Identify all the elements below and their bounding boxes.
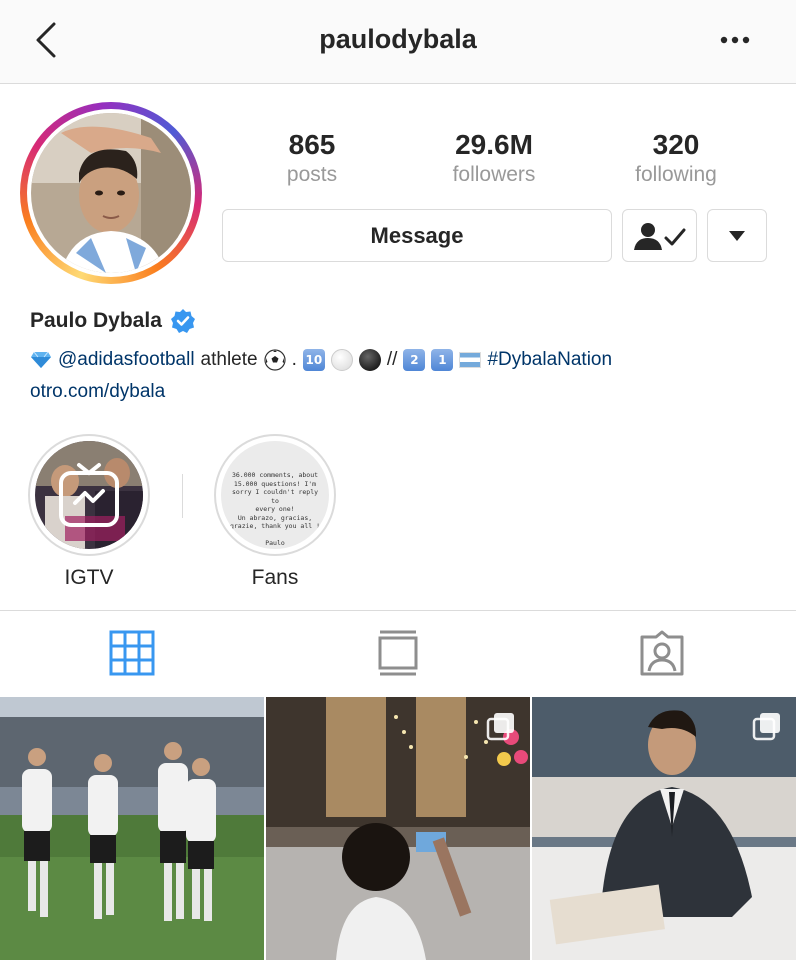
keycap-ten-emoji: 10 — [302, 349, 325, 371]
followers-label: followers — [452, 163, 536, 186]
caret-down-icon — [729, 230, 745, 241]
gem-emoji-icon — [31, 351, 51, 368]
post-thumbnail-3[interactable] — [532, 697, 796, 960]
soccer-ball-emoji-icon — [263, 349, 286, 371]
team-training-photo — [0, 697, 264, 960]
bio-text: athlete — [200, 349, 258, 370]
verified-badge-icon — [170, 309, 195, 333]
highlight-igtv[interactable]: IGTV — [28, 434, 150, 590]
avatar-photo — [31, 113, 191, 273]
profile-username-title: paulodybala — [319, 24, 477, 54]
igtv-highlight-cover — [35, 441, 143, 549]
profile-bio: @adidasfootball athlete . 10 // 2 1 #Dyb… — [30, 349, 612, 371]
highlight-label-fans: Fans — [251, 566, 299, 589]
tagged-icon[interactable] — [638, 629, 686, 677]
igtv-tab-icon[interactable] — [374, 629, 422, 677]
multiple-photos-icon — [486, 713, 514, 741]
following-count: 320 — [652, 129, 700, 160]
followers-count: 29.6M — [455, 129, 533, 160]
profile-tabs — [0, 610, 796, 696]
website-link[interactable]: otro.com/dybala — [30, 381, 165, 403]
full-name-text: Paulo Dybala — [30, 309, 162, 332]
profile-full-name: Paulo Dybala — [30, 308, 196, 334]
bio-separator: // — [386, 349, 398, 370]
posts-label: posts — [286, 163, 338, 186]
more-options-icon[interactable] — [716, 30, 756, 50]
post-thumbnail-1[interactable] — [0, 697, 264, 960]
highlights-divider — [182, 474, 183, 518]
white-circle-emoji-icon — [330, 349, 353, 371]
posts-stat: 865 posts — [232, 128, 392, 188]
keycap-two-emoji: 2 — [403, 349, 426, 371]
black-circle-emoji-icon — [358, 349, 381, 371]
highlight-label-igtv: IGTV — [64, 566, 114, 589]
following-status-button[interactable] — [622, 209, 697, 262]
grid-icon[interactable] — [108, 629, 156, 677]
user-check-icon — [633, 222, 685, 250]
multiple-photos-icon — [752, 713, 780, 741]
followers-stat[interactable]: 29.6M followers — [414, 128, 574, 188]
bio-hashtag-link[interactable]: #DybalaNation — [487, 349, 612, 371]
following-stat[interactable]: 320 following — [596, 128, 756, 188]
post-thumbnail-2[interactable] — [266, 697, 530, 960]
following-label: following — [635, 163, 717, 186]
message-button[interactable]: Message — [222, 209, 612, 262]
bio-period: . — [291, 349, 297, 370]
posts-count: 865 — [288, 129, 336, 160]
fans-highlight-cover: 36.000 comments, about 15.000 questions!… — [221, 441, 329, 549]
argentina-flag-icon — [459, 352, 482, 368]
profile-avatar[interactable] — [20, 102, 202, 284]
suggested-dropdown-button[interactable] — [707, 209, 767, 262]
top-bar: paulodybala — [0, 0, 796, 84]
fans-cover-text: 36.000 comments, about 15.000 questions!… — [229, 471, 320, 547]
keycap-one-emoji: 1 — [431, 349, 454, 371]
bio-mention-link[interactable]: @adidasfootball — [58, 349, 195, 371]
highlight-fans[interactable]: 36.000 comments, about 15.000 questions!… — [214, 434, 336, 590]
